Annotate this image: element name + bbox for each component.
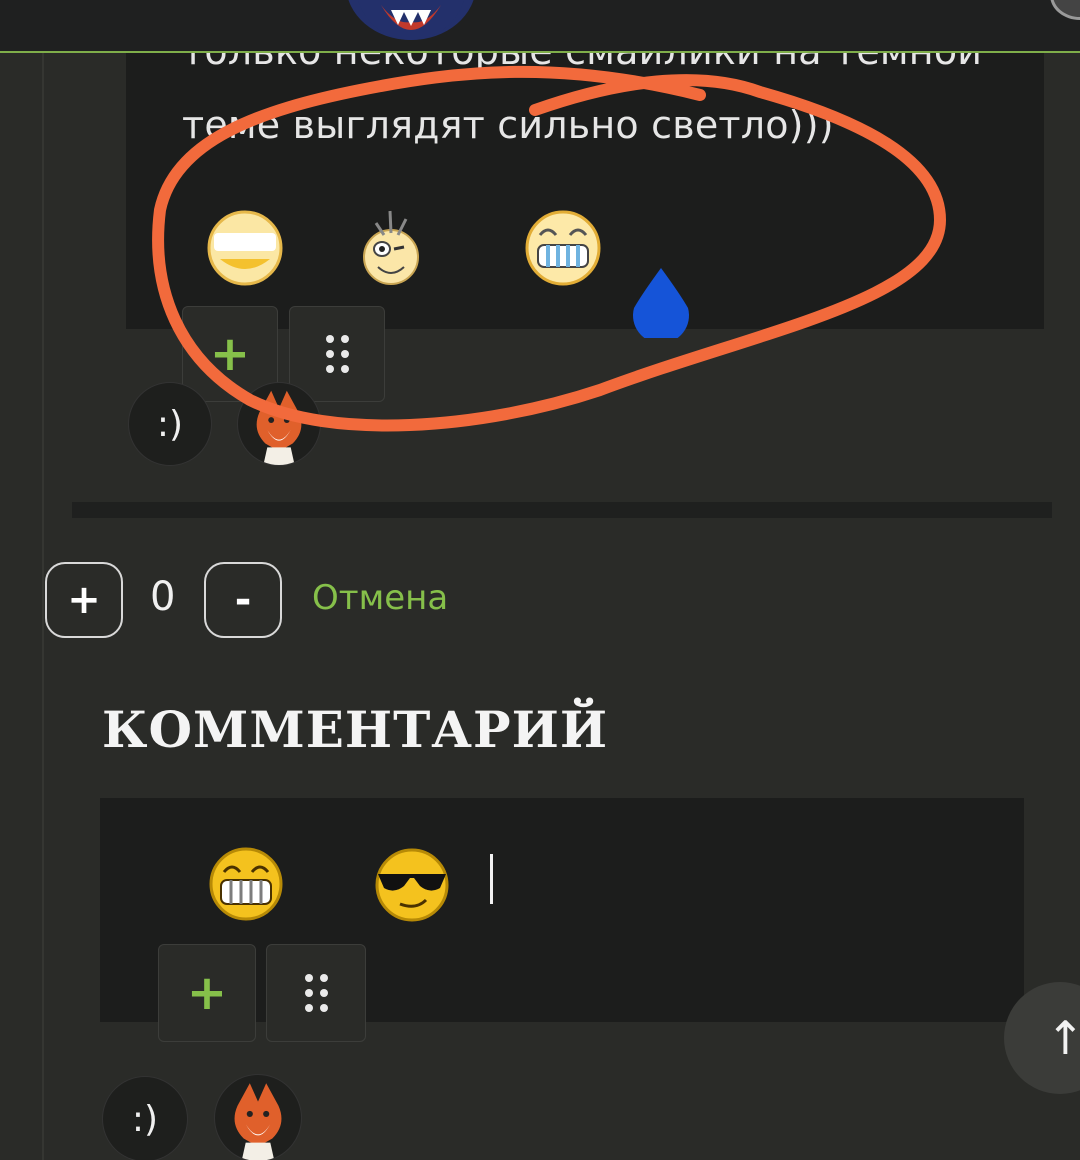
- plus-icon: +: [186, 965, 228, 1021]
- emoticon-label: :): [156, 403, 184, 445]
- grip-dots-icon: [325, 335, 349, 373]
- upvote-label: +: [67, 577, 101, 623]
- user-avatar[interactable]: [1050, 0, 1080, 20]
- emoticon-button[interactable]: :): [128, 382, 212, 466]
- light-smiley-icon: [207, 210, 283, 286]
- text-cursor: [490, 854, 493, 904]
- arrow-up-icon: ↑: [1046, 1011, 1080, 1065]
- quoted-comment: только некоторые смайлики на темной теме…: [126, 53, 1044, 329]
- fox-sticker-icon: [256, 390, 302, 465]
- fox-sticker-icon: [234, 1083, 282, 1160]
- downvote-label: -: [234, 577, 252, 623]
- profile-avatar[interactable]: [346, 0, 476, 40]
- grin-smiley-icon: [525, 210, 601, 286]
- vote-count: 0: [150, 574, 176, 620]
- sticker-button[interactable]: [237, 382, 321, 466]
- bee-smiley-icon: [363, 210, 419, 285]
- grip-dots-icon: [304, 974, 328, 1012]
- quote-text-line-2: теме выглядят сильно светло))): [182, 103, 834, 147]
- water-drop-icon: [633, 268, 689, 338]
- section-divider: [72, 502, 1052, 518]
- comment-section-title: КОММЕНТАРИЙ: [102, 700, 609, 759]
- thread-line: [42, 53, 44, 1160]
- emoticon-button[interactable]: :): [102, 1076, 188, 1160]
- quote-text-line-1: только некоторые смайлики на темной: [182, 53, 982, 73]
- grin-smiley-icon: [209, 847, 283, 921]
- emoticon-label: :): [131, 1098, 159, 1140]
- plus-icon: +: [209, 326, 251, 382]
- drag-handle-button[interactable]: [289, 306, 385, 402]
- sticker-button[interactable]: [214, 1074, 302, 1160]
- downvote-button[interactable]: -: [204, 562, 282, 638]
- top-bar: [0, 0, 1080, 53]
- sunglasses-smiley-icon: [375, 848, 449, 922]
- drag-handle-button[interactable]: [266, 944, 366, 1042]
- upvote-button[interactable]: +: [45, 562, 123, 638]
- cancel-link[interactable]: Отмена: [312, 578, 448, 618]
- add-smiley-button[interactable]: +: [158, 944, 256, 1042]
